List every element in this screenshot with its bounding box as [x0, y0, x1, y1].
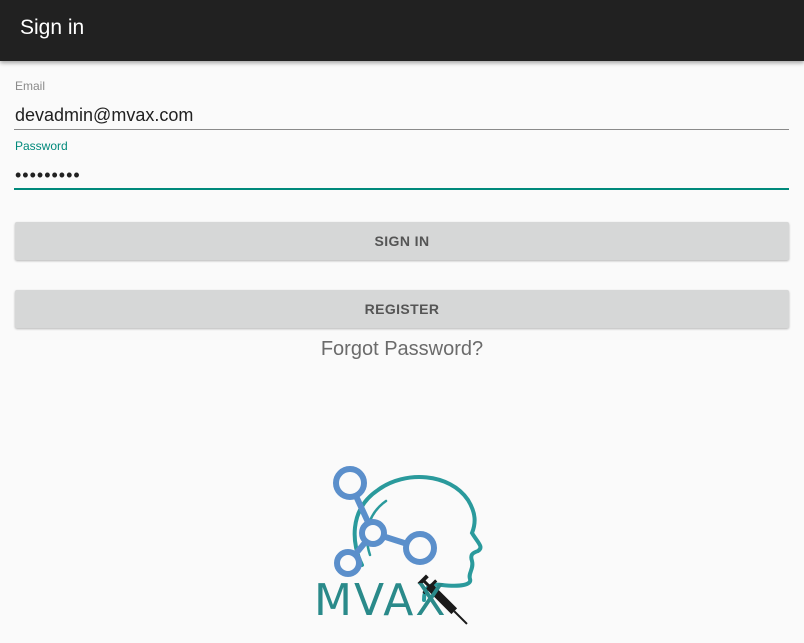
logo-text: MVAX — [314, 575, 448, 626]
mvax-logo: MVAX — [300, 455, 500, 638]
password-field[interactable] — [14, 158, 789, 192]
password-underline — [14, 188, 789, 190]
email-field[interactable] — [14, 98, 789, 132]
password-label: Password — [15, 139, 68, 153]
app-bar: Sign in — [0, 0, 804, 61]
forgot-password-link[interactable]: Forgot Password? — [0, 338, 804, 361]
sign-in-button[interactable]: SIGN IN — [15, 222, 789, 260]
register-button[interactable]: REGISTER — [15, 290, 789, 328]
email-underline — [14, 129, 789, 130]
email-label: Email — [15, 79, 46, 93]
page-title: Sign in — [20, 16, 85, 39]
